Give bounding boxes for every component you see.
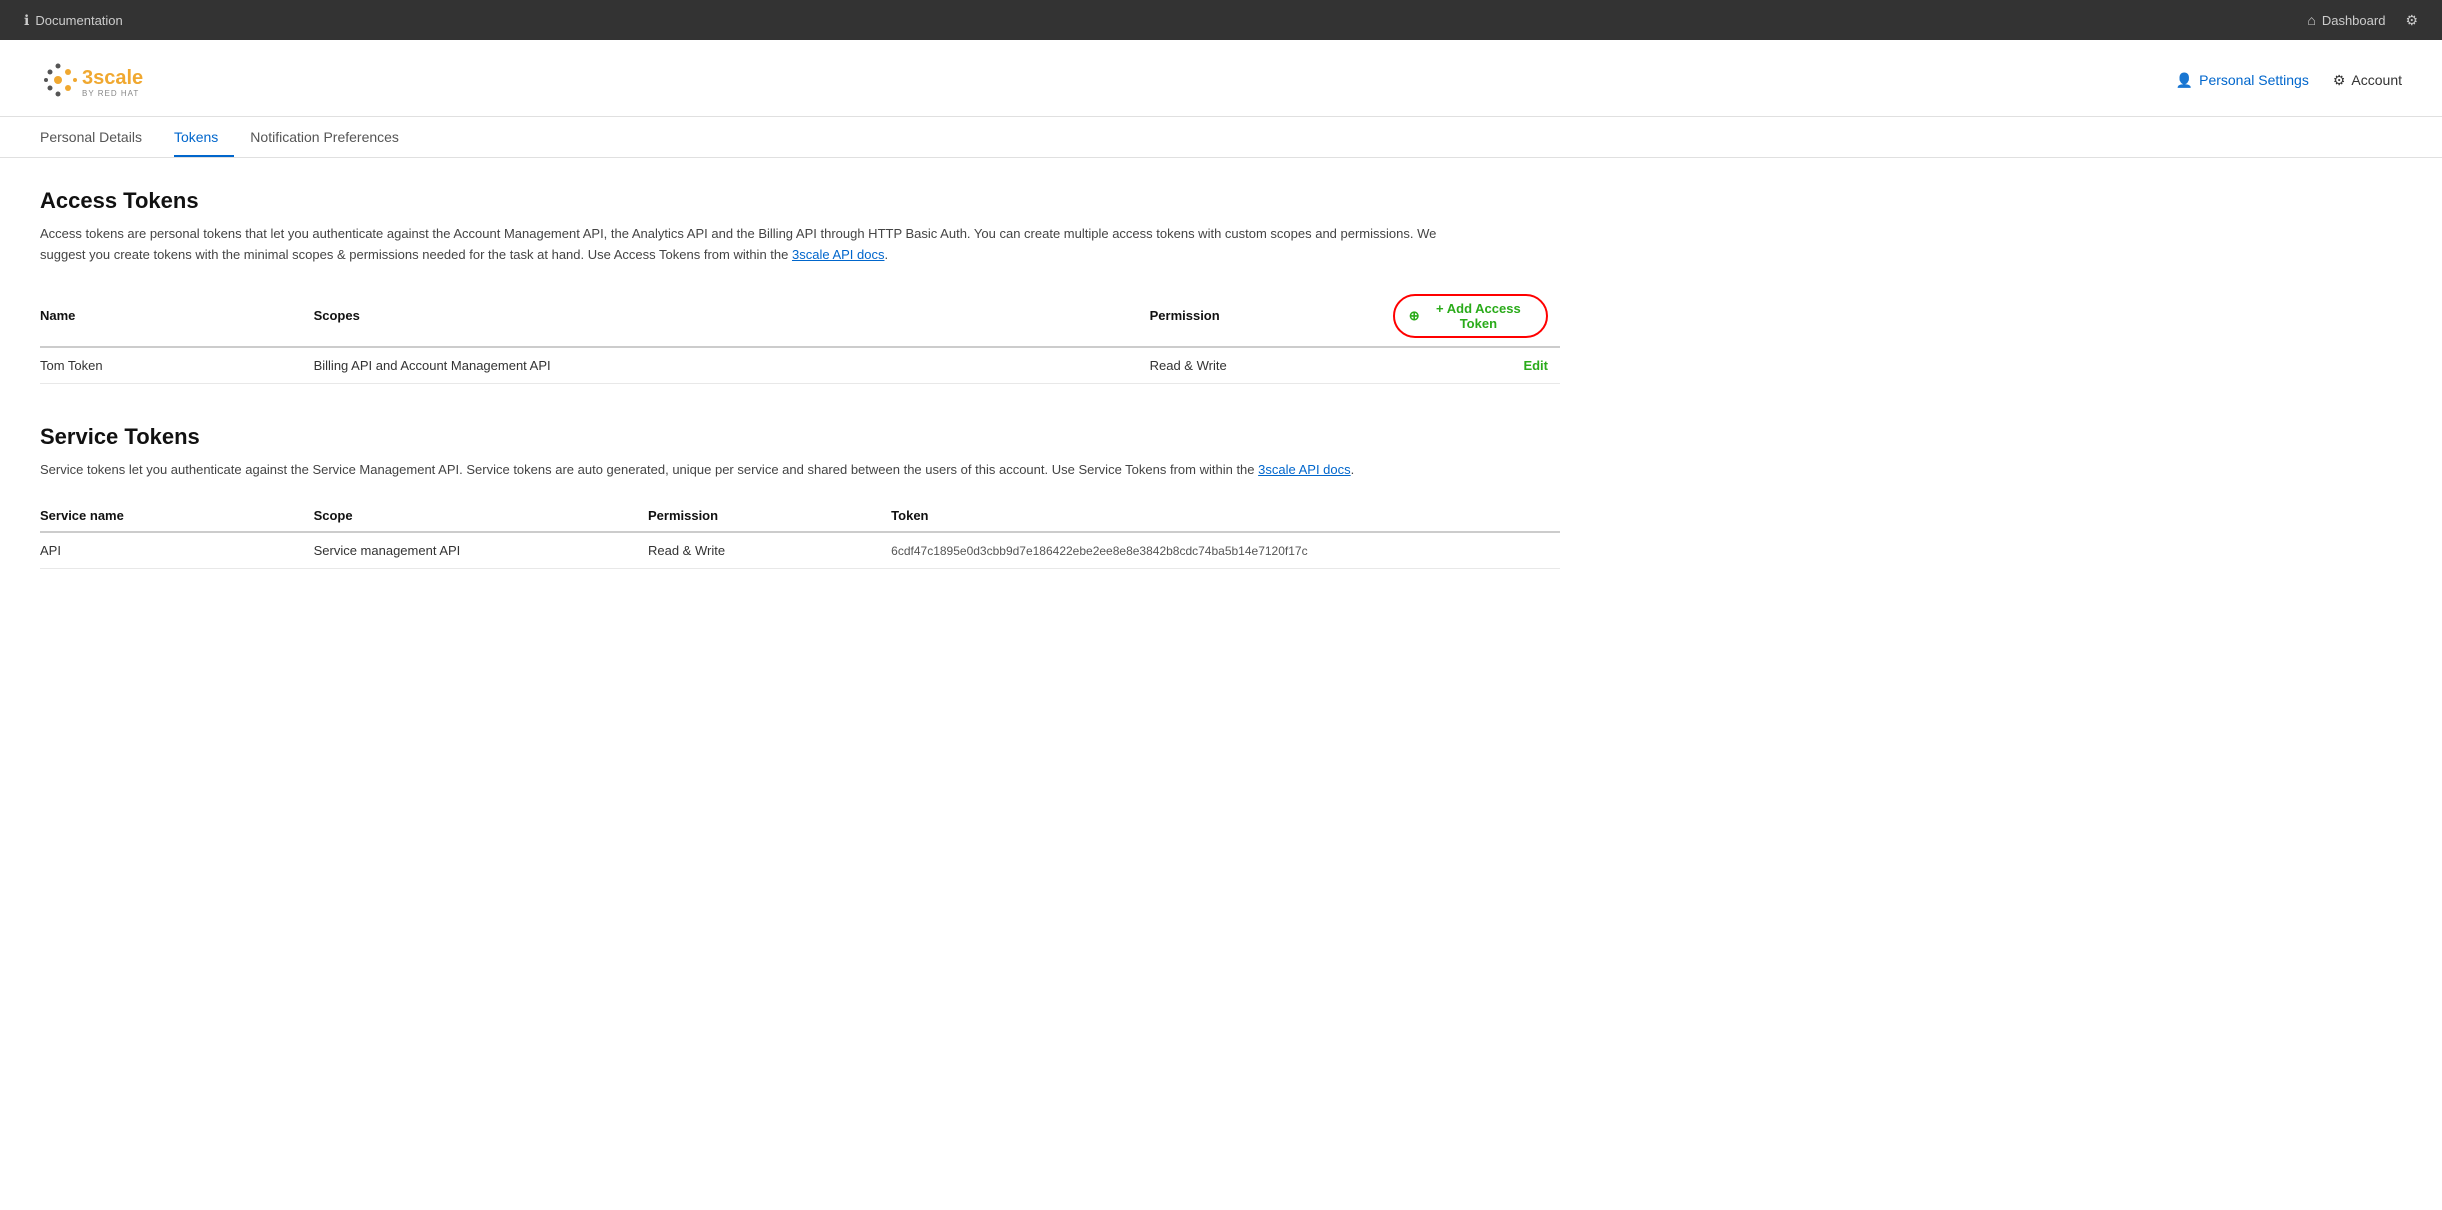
add-access-token-button[interactable]: ⊕ + Add Access Token	[1393, 294, 1548, 338]
subnav-notification-preferences[interactable]: Notification Preferences	[250, 117, 415, 157]
svg-text:3scale: 3scale	[82, 67, 143, 89]
access-tokens-desc-text: Access tokens are personal tokens that l…	[40, 226, 1436, 262]
access-tokens-title: Access Tokens	[40, 188, 1560, 214]
service-tokens-desc-text: Service tokens let you authenticate agai…	[40, 462, 1258, 477]
service-tokens-desc-end: .	[1351, 462, 1355, 477]
col-header-token: Token	[891, 500, 1560, 532]
access-token-row-0: Tom Token Billing API and Account Manage…	[40, 347, 1560, 384]
col-header-name: Name	[40, 286, 314, 347]
service-token-permission-0: Read & Write	[648, 532, 891, 569]
col-header-permission: Permission	[1150, 286, 1393, 347]
topbar-right: ⌂ Dashboard ⚙	[2307, 12, 2418, 29]
account-label: Account	[2351, 72, 2402, 88]
personal-settings-link[interactable]: 👤 Personal Settings	[2176, 72, 2309, 89]
svg-text:BY RED HAT: BY RED HAT	[82, 89, 139, 98]
service-tokens-title: Service Tokens	[40, 424, 1560, 450]
service-tokens-table-header: Service name Scope Permission Token	[40, 500, 1560, 532]
subnav: Personal Details Tokens Notification Pre…	[0, 117, 2442, 158]
header-nav: 👤 Personal Settings ⚙ Account	[2176, 72, 2402, 89]
access-token-scopes-0: Billing API and Account Management API	[314, 347, 1150, 384]
documentation-label: Documentation	[35, 13, 122, 28]
header: 3scale BY RED HAT 👤 Personal Settings ⚙ …	[0, 40, 2442, 117]
access-tokens-api-docs-link[interactable]: 3scale API docs	[792, 247, 885, 262]
access-tokens-table: Name Scopes Permission ⊕ + Add Access To…	[40, 286, 1560, 384]
access-tokens-desc-end: .	[884, 247, 888, 262]
brand-logo-svg: 3scale BY RED HAT	[40, 56, 180, 104]
dashboard-label: Dashboard	[2322, 13, 2386, 28]
main-content: Access Tokens Access tokens are personal…	[0, 158, 1600, 639]
access-tokens-table-body: Tom Token Billing API and Account Manage…	[40, 347, 1560, 384]
service-tokens-section: Service Tokens Service tokens let you au…	[40, 424, 1560, 570]
service-tokens-table-body: API Service management API Read & Write …	[40, 532, 1560, 569]
service-tokens-description: Service tokens let you authenticate agai…	[40, 460, 1440, 481]
col-header-svc-permission: Permission	[648, 500, 891, 532]
service-token-name-0: API	[40, 532, 314, 569]
header-gear-icon: ⚙	[2333, 72, 2346, 89]
topbar: ℹ Documentation ⌂ Dashboard ⚙	[0, 0, 2442, 40]
personal-settings-label: Personal Settings	[2199, 72, 2309, 88]
logo-area: 3scale BY RED HAT	[40, 56, 180, 104]
subnav-personal-details[interactable]: Personal Details	[40, 117, 158, 157]
service-token-scope-0: Service management API	[314, 532, 648, 569]
access-tokens-table-header: Name Scopes Permission ⊕ + Add Access To…	[40, 286, 1560, 347]
home-icon: ⌂	[2307, 12, 2315, 28]
col-header-service-name: Service name	[40, 500, 314, 532]
dashboard-link[interactable]: ⌂ Dashboard	[2307, 12, 2385, 28]
subnav-tokens[interactable]: Tokens	[174, 117, 234, 157]
add-access-token-label: + Add Access Token	[1425, 301, 1532, 331]
service-token-row-0: API Service management API Read & Write …	[40, 532, 1560, 569]
access-token-name-0: Tom Token	[40, 347, 314, 384]
person-icon: 👤	[2176, 72, 2193, 89]
service-token-value-0: 6cdf47c1895e0d3cbb9d7e186422ebe2ee8e8e38…	[891, 532, 1560, 569]
info-icon: ℹ	[24, 12, 29, 29]
plus-icon: ⊕	[1409, 308, 1420, 324]
service-tokens-table: Service name Scope Permission Token API …	[40, 500, 1560, 569]
service-tokens-api-docs-link[interactable]: 3scale API docs	[1258, 462, 1351, 477]
access-token-edit-link-0[interactable]: Edit	[1523, 358, 1548, 373]
col-header-scope: Scope	[314, 500, 648, 532]
access-token-permission-0: Read & Write	[1150, 347, 1393, 384]
access-tokens-description: Access tokens are personal tokens that l…	[40, 224, 1440, 266]
account-link[interactable]: ⚙ Account	[2333, 72, 2402, 89]
topbar-left: ℹ Documentation	[24, 12, 123, 29]
topbar-gear-icon: ⚙	[2405, 12, 2418, 29]
documentation-link[interactable]: ℹ Documentation	[24, 12, 123, 29]
settings-icon-link[interactable]: ⚙	[2405, 12, 2418, 29]
access-token-action-0: Edit	[1393, 347, 1560, 384]
access-tokens-section: Access Tokens Access tokens are personal…	[40, 188, 1560, 384]
col-header-action: ⊕ + Add Access Token	[1393, 286, 1560, 347]
col-header-scopes: Scopes	[314, 286, 1150, 347]
